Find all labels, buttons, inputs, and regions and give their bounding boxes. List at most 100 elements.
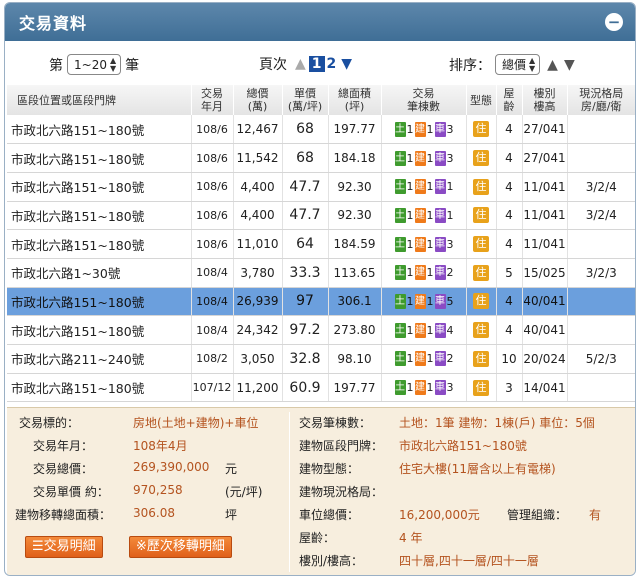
park-count: 1: [446, 208, 454, 222]
build-count: 1: [426, 151, 434, 165]
park-count: 3: [446, 151, 454, 165]
residential-badge: 住: [473, 150, 489, 167]
cell-address: 市政北六路151~180號: [7, 201, 191, 231]
cell-year-month: 108/4: [190, 287, 233, 317]
cell-address: 市政北六路1~30號: [7, 258, 191, 288]
cell-floor: 27/041: [521, 143, 567, 173]
cell-unit-price: 47.7: [281, 201, 328, 231]
cell-unit-price: 32.8: [281, 344, 328, 374]
transaction-detail-button[interactable]: ☰交易明細: [25, 536, 103, 558]
next-page-icon[interactable]: ▼: [341, 56, 352, 72]
cell-unit-price: 64: [281, 229, 328, 259]
building-badge: 建: [414, 236, 426, 252]
cell-type: 住: [465, 143, 496, 173]
minimize-icon[interactable]: −: [605, 13, 623, 31]
cell-counts: 土1建1車3: [380, 115, 466, 145]
detail-panel: 交易標的： 房地(土地+建物)+車位 交易年月： 108年4月 交易總價： 26…: [7, 407, 635, 575]
build-count: 1: [426, 323, 434, 337]
park-count: 4: [446, 323, 454, 337]
cell-layout: [566, 115, 635, 145]
sort-select[interactable]: 總價 ▲ ▼: [495, 54, 541, 75]
residential-badge: 住: [473, 264, 489, 281]
table-row[interactable]: 市政北六路151~180號 107/12 11,200 60.9 197.77 土 1 建 1 車…: [7, 373, 635, 403]
sort-desc-icon[interactable]: ▼: [564, 57, 575, 73]
area-value: 306.08: [133, 506, 175, 520]
land-count: 1: [406, 151, 414, 165]
prev-page-icon[interactable]: ▲: [295, 56, 306, 72]
parking-badge: 車: [434, 121, 446, 137]
cell-layout: 3/2/4: [566, 201, 635, 231]
building-badge: 建: [414, 207, 426, 223]
cell-year-month: 108/6: [190, 201, 233, 231]
cell-age: 4: [495, 287, 522, 317]
cell-total-price: 11,542: [232, 143, 282, 173]
table-row[interactable]: 市政北六路151~180號 108/4 24,342 97.2 273.80 土 1 建 1 車 4…: [7, 315, 635, 345]
land-badge: 土: [394, 207, 406, 223]
cell-counts: 土1建1車2: [380, 344, 466, 374]
cell-floor: 11/041: [521, 229, 567, 259]
page-label: 頁次: [259, 57, 287, 73]
cell-floor: 11/041: [521, 201, 567, 231]
addr-label: 建物區段門牌：: [299, 439, 384, 453]
column-header-layout: 現況格局 房/廳/衛: [566, 85, 635, 115]
table-row[interactable]: 市政北六路151~180號 108/6 11,542 68 184.18 土 1 建 1 車 3 住 4…: [7, 143, 635, 173]
page-control: 頁次 ▲ 1 2 ▼: [259, 54, 355, 74]
page-1-link[interactable]: 1: [308, 56, 325, 72]
table-row[interactable]: 市政北六路211~240號 108/2 3,050 32.8 98.10 土 1 建 1 車 2 住 1…: [7, 344, 635, 374]
land-badge: 土: [394, 265, 406, 281]
cell-floor: 11/041: [521, 172, 567, 202]
cell-type: 住: [465, 373, 496, 403]
cell-age: 4: [495, 115, 522, 145]
cell-type: 住: [465, 229, 496, 259]
parking-badge: 車: [434, 322, 446, 338]
cell-total-price: 11,010: [232, 229, 282, 259]
cell-floor: 40/041: [521, 287, 567, 317]
floor-label: 樓別/樓高：: [299, 554, 364, 568]
transfer-history-button[interactable]: ※歷次移轉明細: [129, 536, 232, 558]
parking-badge: 車: [434, 351, 446, 367]
building-type-value: 住宅大樓(11層含以上有電梯): [399, 462, 556, 476]
cell-address: 市政北六路151~180號: [7, 172, 191, 202]
cell-area: 273.80: [327, 315, 381, 345]
cell-type: 住: [465, 172, 496, 202]
sort-asc-icon[interactable]: ▲: [547, 57, 558, 73]
target-label: 交易標的：: [19, 416, 80, 430]
cell-type: 住: [465, 344, 496, 374]
cell-layout: 5/2/3: [566, 344, 635, 374]
table-row[interactable]: 市政北六路151~180號 108/6 11,010 64 184.59 土 1 建 1 車 3 住 4…: [7, 229, 635, 259]
cell-layout: 3/2/3: [566, 258, 635, 288]
table-row[interactable]: 市政北六路1~30號 108/4 3,780 33.3 113.65 土 1 建 1 車 2 住 5 15…: [7, 258, 635, 288]
cell-layout: [566, 143, 635, 173]
table-row[interactable]: 市政北六路151~180號 108/4 26,939 97 306.1 土 1 建 1 車 5 住 4 4…: [7, 287, 635, 317]
land-count: 1: [406, 208, 414, 222]
land-badge: 土: [394, 236, 406, 252]
land-badge: 土: [394, 351, 406, 367]
cell-area: 92.30: [327, 172, 381, 202]
column-header-area: 總面積 (坪): [327, 85, 381, 115]
column-header-ym: 交易 年月: [190, 85, 233, 115]
table-row[interactable]: 市政北六路151~180號 108/6 12,467 68 197.77 土 1 建 1 車 3 住 4…: [7, 115, 635, 145]
park-count: 5: [446, 294, 454, 308]
table-row[interactable]: 市政北六路151~180號 108/6 4,400 47.7 92.30 土 1 建 1 車 1 住 4…: [7, 201, 635, 231]
cell-total-price: 12,467: [232, 115, 282, 145]
park-count: 3: [446, 381, 454, 395]
floor-value: 四十層,四十一層/四十一層: [399, 554, 539, 568]
column-header-count: 交易 筆棟數: [380, 85, 466, 115]
build-count: 1: [426, 208, 434, 222]
range-select[interactable]: 1~20 ▲ ▼: [67, 54, 122, 75]
cell-total-price: 3,780: [232, 258, 282, 288]
parking-badge: 車: [434, 293, 446, 309]
residential-badge: 住: [473, 236, 489, 253]
column-header-age: 屋 齡: [495, 85, 522, 115]
updown-icon: ▲ ▼: [109, 55, 117, 73]
cell-total-price: 26,939: [232, 287, 282, 317]
cell-age: 4: [495, 315, 522, 345]
page-2-link[interactable]: 2: [325, 56, 339, 72]
building-badge: 建: [414, 293, 426, 309]
table-row[interactable]: 市政北六路151~180號 108/6 4,400 47.7 92.30 土 1 建 1 車 1 住 4…: [7, 172, 635, 202]
land-count: 1: [406, 180, 414, 194]
cell-counts: 土1建1車1: [380, 172, 466, 202]
park-count: 3: [446, 122, 454, 136]
transaction-table: 區段位置或區段門牌 交易 年月 總價 (萬) 單價 (萬/坪) 總面積 (坪) 交易 筆棟…: [7, 85, 635, 403]
window-titlebar: 交易資料 −: [5, 3, 635, 41]
